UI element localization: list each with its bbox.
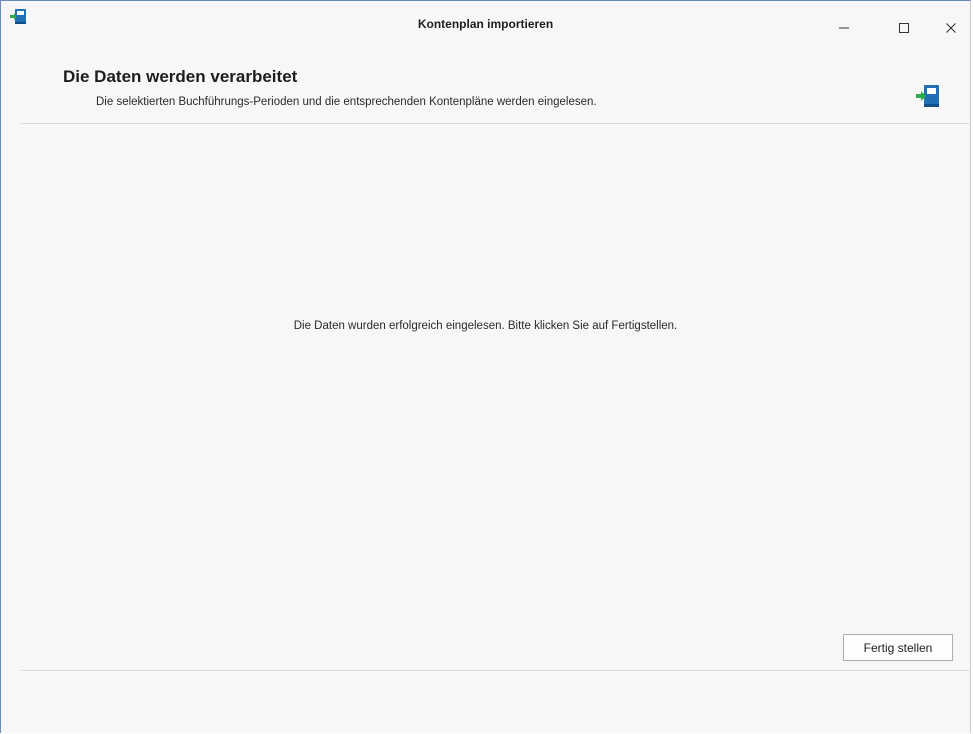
status-message: Die Daten wurden erfolgreich eingelesen.…: [293, 320, 678, 332]
minimize-icon: [838, 21, 850, 39]
maximize-icon: [898, 21, 910, 39]
title-bar[interactable]: Kontenplan importieren: [1, 1, 970, 53]
book-import-icon: [10, 8, 27, 26]
page-title: Die Daten werden verarbeitet: [63, 67, 298, 86]
footer-divider: [21, 670, 971, 671]
close-button[interactable]: [931, 17, 971, 43]
wizard-header: Die Daten werden verarbeitet Die selekti…: [21, 53, 951, 123]
header-divider: [21, 123, 971, 124]
minimize-button[interactable]: [824, 17, 864, 43]
page-subtitle: Die selektierten Buchführungs-Perioden u…: [96, 96, 597, 108]
close-icon: [945, 21, 957, 39]
maximize-button[interactable]: [884, 17, 924, 43]
finish-button[interactable]: Fertig stellen: [843, 634, 953, 661]
import-wizard-window: Kontenplan importieren Die Daten werden …: [0, 0, 971, 733]
book-import-icon: [916, 83, 940, 111]
